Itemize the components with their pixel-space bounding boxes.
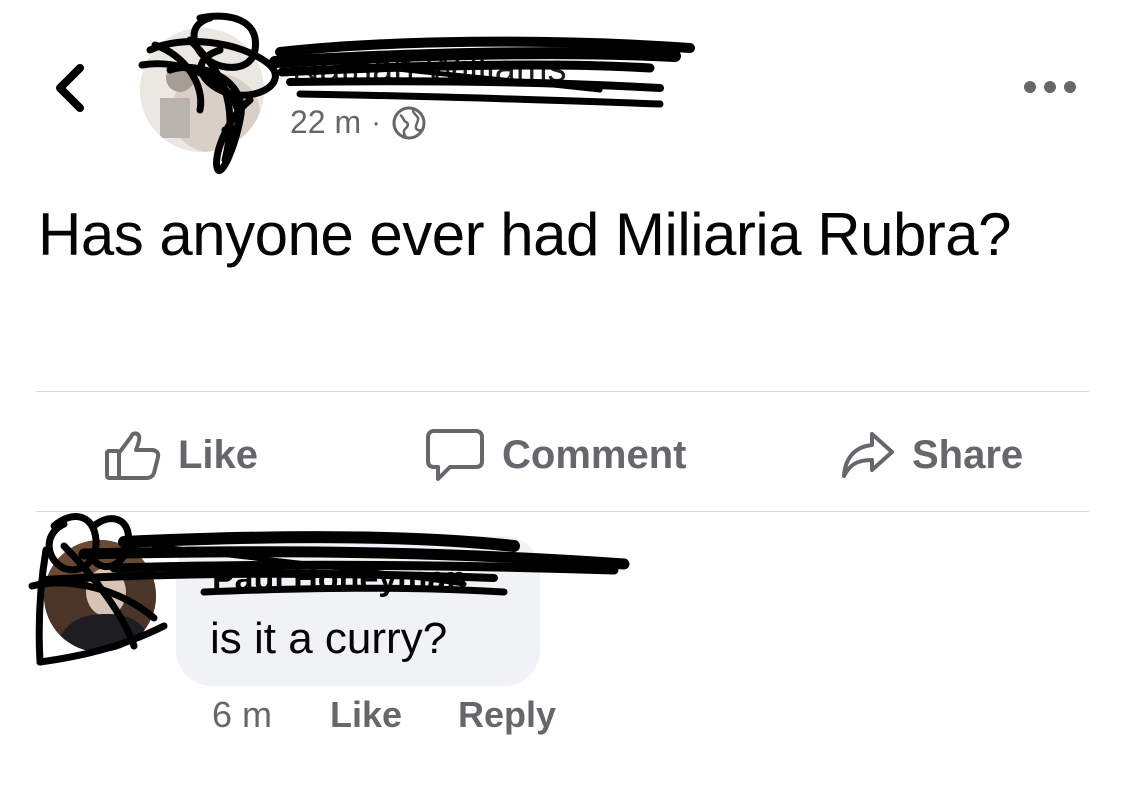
comment-reply-button[interactable]: Reply (458, 694, 556, 736)
comment-button[interactable]: Comment (424, 420, 686, 490)
avatar-photo (140, 28, 264, 152)
like-button[interactable]: Like (104, 420, 258, 490)
share-arrow-icon (842, 432, 894, 478)
more-options-icon (1024, 81, 1076, 93)
share-button[interactable]: Share (840, 420, 1023, 490)
comment-author-name[interactable]: Paul Honeyman (212, 560, 467, 599)
divider-top (36, 391, 1089, 392)
commenter-photo (44, 540, 156, 652)
share-label: Share (912, 432, 1024, 477)
meta-separator: · (371, 105, 382, 139)
commenter-avatar[interactable] (44, 540, 156, 652)
comment-label: Comment (502, 432, 687, 477)
chevron-left-icon (56, 64, 84, 112)
post-text: Has anyone ever had Miliaria Rubra? (38, 201, 1012, 268)
comment-bubble-icon (426, 429, 484, 481)
post-meta: 22 m · (290, 104, 427, 141)
post-time[interactable]: 22 m (290, 104, 361, 141)
author-avatar[interactable] (140, 28, 264, 152)
post-author-name[interactable]: Nathan Williams (292, 48, 567, 91)
comment-like-button[interactable]: Like (330, 694, 402, 736)
comment-text: is it a curry? (210, 614, 448, 663)
divider-bottom (36, 511, 1089, 512)
post-detail-screen: Nathan Williams 22 m · Has anyone ever h… (0, 0, 1125, 798)
thumbs-up-icon (105, 431, 161, 480)
more-options-button[interactable] (1018, 72, 1082, 102)
comment-time: 6 m (212, 694, 273, 735)
globe-icon (392, 106, 426, 139)
back-button[interactable] (46, 60, 96, 116)
like-label: Like (178, 432, 259, 477)
